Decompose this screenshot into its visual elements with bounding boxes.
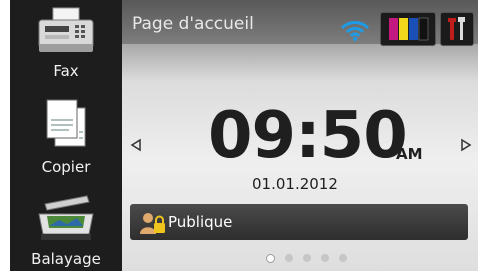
scanner-icon — [33, 190, 99, 248]
previous-arrow-icon[interactable] — [130, 137, 142, 156]
copy-button[interactable]: Copier — [10, 92, 122, 182]
page-indicator — [266, 254, 347, 263]
next-arrow-icon[interactable] — [460, 137, 472, 156]
tools-button[interactable] — [440, 12, 474, 46]
tools-icon — [441, 17, 473, 49]
home-panel: Page d'accueil 09:50 AM 01.01.2012 Publi… — [122, 0, 478, 271]
fax-icon — [33, 6, 99, 60]
page-dot-1 — [266, 254, 275, 263]
ink-icon — [381, 17, 435, 49]
secure-function-label: Publique — [168, 213, 233, 231]
page-dot-4 — [321, 254, 329, 262]
page-title: Page d'accueil — [132, 14, 254, 34]
copy-label: Copier — [41, 158, 91, 176]
copier-icon — [41, 98, 91, 156]
secure-function-lock-button[interactable]: Publique — [130, 204, 468, 240]
clock-time: 09:50 — [208, 99, 408, 173]
fax-label: Fax — [53, 62, 79, 80]
sidebar: Fax Copier Balayage — [10, 0, 122, 271]
scan-label: Balayage — [31, 250, 101, 268]
page-dot-3 — [303, 254, 311, 262]
wifi-icon[interactable] — [340, 20, 370, 46]
clock-date: 01.01.2012 — [252, 175, 338, 193]
page-dot-5 — [339, 254, 347, 262]
ink-button[interactable] — [380, 12, 436, 46]
header-bar: Page d'accueil — [122, 0, 478, 46]
scan-button[interactable]: Balayage — [10, 184, 122, 271]
clock-ampm: AM — [396, 145, 423, 163]
user-lock-icon — [140, 212, 166, 238]
page-dot-2 — [285, 254, 293, 262]
printer-touchscreen: Fax Copier Balayage Page d'accueil 09:50… — [10, 0, 478, 271]
fax-button[interactable]: Fax — [10, 0, 122, 90]
